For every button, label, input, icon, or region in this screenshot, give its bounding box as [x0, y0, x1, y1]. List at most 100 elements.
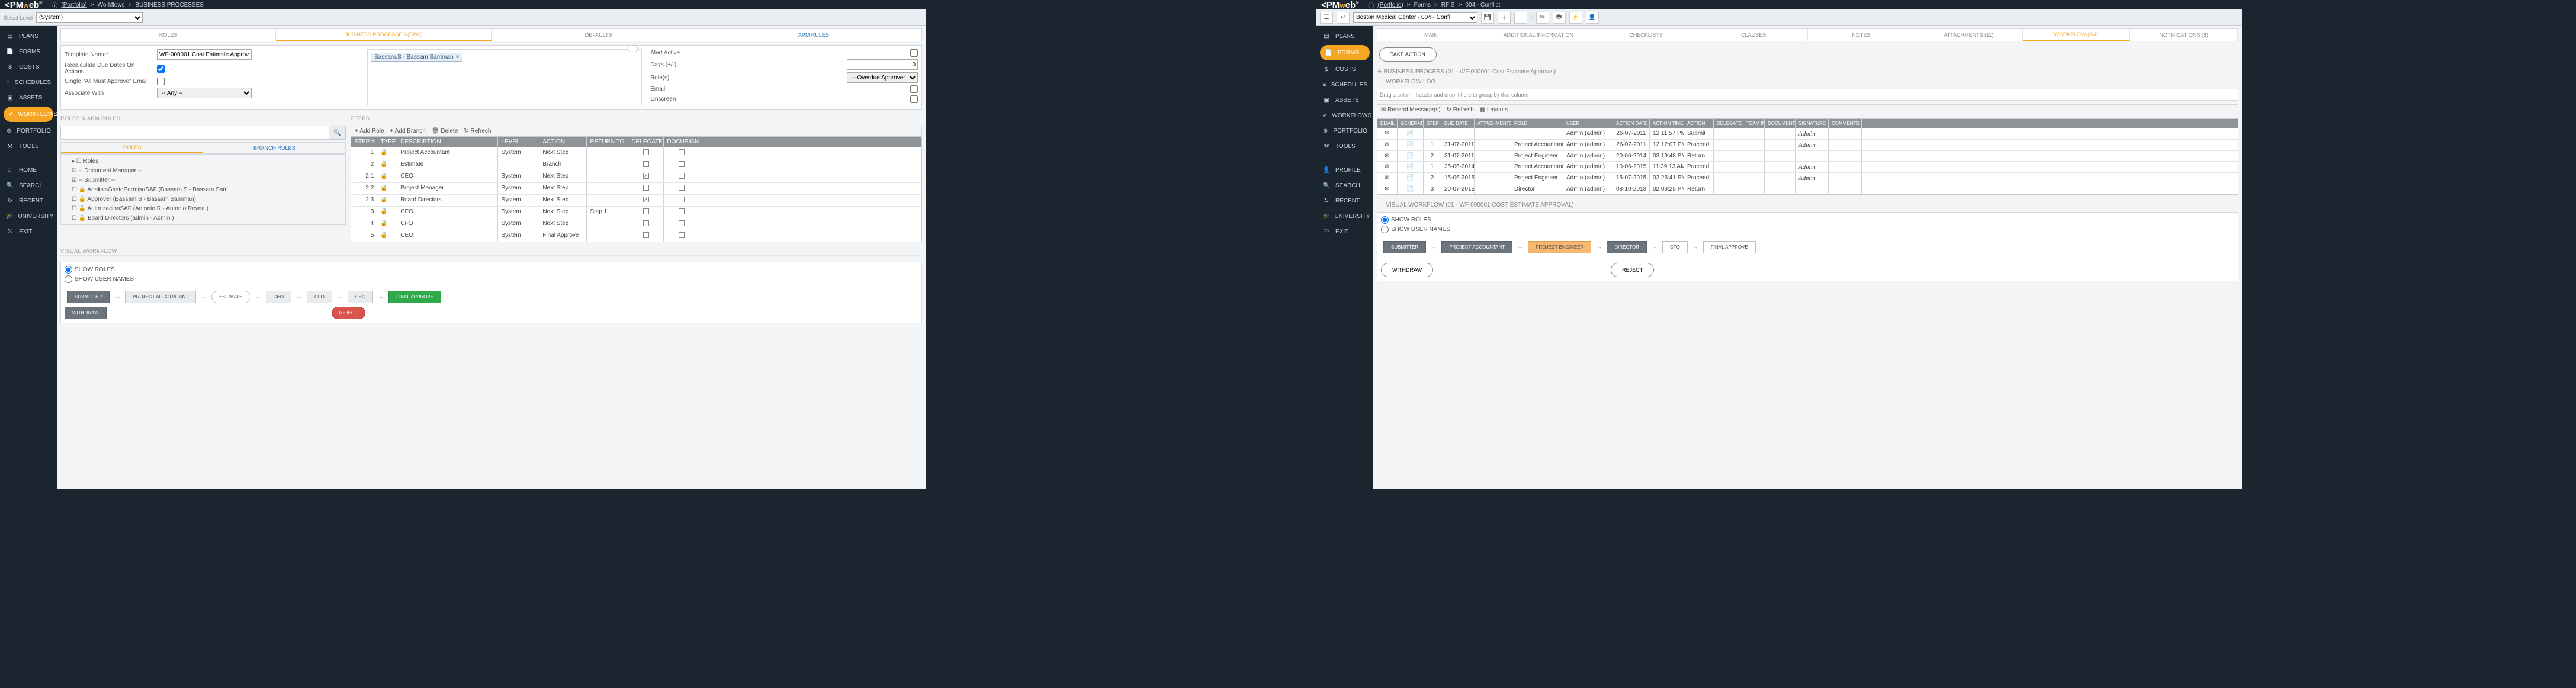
col-header[interactable]: LEVEL: [498, 137, 539, 147]
sidebar-item-forms[interactable]: 📄FORMS: [0, 44, 57, 59]
sidebar-item-portfolio[interactable]: ⊕PORTFOLIO: [0, 123, 57, 139]
tab-workflow-3-4-[interactable]: WORKFLOW (3/4): [2023, 29, 2131, 41]
role-tree-item[interactable]: ☐ 🔒 AutorizacionSAF (Antonio.R - Antonio…: [63, 204, 343, 214]
col-header[interactable]: STEP #: [351, 137, 377, 147]
docusign-checkbox[interactable]: [679, 232, 685, 238]
sidebar-item-schedules[interactable]: ≡SCHEDULES: [0, 75, 57, 90]
withdraw-button[interactable]: WITHDRAW: [1381, 263, 1433, 277]
role-tree-item[interactable]: ☐ 🔒 AnalisisGastoPermisoSAF (Bassam.S - …: [63, 185, 343, 195]
col-header[interactable]: STEP: [1424, 119, 1441, 128]
sidebar-item-tools[interactable]: ⚒TOOLS: [0, 139, 57, 154]
tab-apm-rules[interactable]: APM RULES: [706, 29, 921, 41]
flow-node[interactable]: FINAL APPROVE: [388, 291, 441, 303]
delete-icon[interactable]: −: [1514, 12, 1527, 24]
col-header[interactable]: ROLE: [1511, 119, 1563, 128]
show-users-radio[interactable]: [65, 275, 72, 283]
role-tree-item[interactable]: ▸ ☐ Roles: [63, 157, 343, 166]
log-row[interactable]: ✉📄231-07-2011Project EngineerAdmin (admi…: [1377, 150, 2238, 161]
email-checkbox[interactable]: [910, 85, 918, 93]
step-row[interactable]: 2.1🔒CEOSystemNext Step: [351, 171, 921, 182]
user-icon[interactable]: 👤: [1586, 12, 1599, 24]
step-tool--add-branch[interactable]: + Add Branch: [390, 128, 426, 134]
sidebar-item-costs[interactable]: $COSTS: [0, 59, 57, 75]
sidebar-item-forms[interactable]: 📄FORMS: [1320, 45, 1370, 60]
flow-node[interactable]: DIRECTOR: [1607, 241, 1647, 253]
col-header[interactable]: DESCRIPTION: [397, 137, 498, 147]
log-tool-layouts[interactable]: ▦ Layouts: [1480, 107, 1508, 113]
role-tree-item[interactable]: ☐ 🔒 Board Directors (admin - Admin ): [63, 214, 343, 223]
roles-search-input[interactable]: [61, 126, 329, 139]
withdraw-node[interactable]: WITHDRAW: [65, 307, 107, 319]
log-tool-resend-message-s-[interactable]: ✉ Resend Message(s): [1381, 107, 1441, 113]
subtab-branch-rules[interactable]: BRANCH RULES: [203, 143, 345, 153]
col-header[interactable]: SIGNATURE: [1796, 119, 1829, 128]
tab-business-processes-bpm-[interactable]: BUSINESS PROCESSES (BPM): [276, 29, 491, 41]
associate-select[interactable]: -- Any --: [157, 88, 252, 98]
sidebar-item-profile[interactable]: 👤PROFILE: [1316, 162, 1373, 178]
group-hint[interactable]: Drag a column header and drop it here to…: [1377, 89, 2238, 101]
col-header[interactable]: ATTACHMENTS: [1475, 119, 1511, 128]
breadcrumb-portfolio[interactable]: (Portfolio): [1377, 2, 1403, 8]
sidebar-item-portfolio[interactable]: ⊕PORTFOLIO: [1316, 123, 1373, 139]
sidebar-item-exit[interactable]: ⎋EXIT: [0, 224, 57, 239]
step-row[interactable]: 2.3🔒Board DirectorsSystemNext Step: [351, 194, 921, 206]
col-header[interactable]: DOCUSIGN: [664, 137, 699, 147]
user-chip[interactable]: Bassam.S - Bassam Samman×: [371, 53, 462, 62]
mail-icon[interactable]: ✉: [1536, 12, 1549, 24]
template-name-input[interactable]: [157, 49, 252, 60]
log-row[interactable]: ✉📄215-06-2015Project EngineerAdmin (admi…: [1377, 172, 2238, 184]
sidebar-item-recent[interactable]: ↻RECENT: [0, 193, 57, 208]
col-header[interactable]: DUE DATE: [1441, 119, 1475, 128]
col-header[interactable]: EMAIL: [1377, 119, 1398, 128]
log-row[interactable]: ✉📄131-07-2011Project AccountantAdmin (ad…: [1377, 139, 2238, 150]
step-tool-refresh[interactable]: ↻ Refresh: [464, 128, 491, 134]
delegate-checkbox[interactable]: [643, 173, 649, 179]
flow-node[interactable]: PROJECT ACCOUNTANT: [1441, 241, 1512, 253]
sidebar-item-search[interactable]: 🔍SEARCH: [0, 178, 57, 193]
col-header[interactable]: DELEGATE: [628, 137, 664, 147]
show-users-radio[interactable]: [1381, 226, 1389, 233]
roles-select[interactable]: -- Overdue Approver --: [847, 72, 918, 83]
flow-node[interactable]: SUBMITTER: [67, 291, 110, 303]
step-row[interactable]: 2🔒EstimateBranch: [351, 159, 921, 171]
flow-node[interactable]: ESTIMATE: [211, 291, 250, 303]
save-icon[interactable]: 💾: [1481, 12, 1494, 24]
col-header[interactable]: DOCUMENT VALUE: [1765, 119, 1796, 128]
role-tree-item[interactable]: ☑ -- Document Manager --: [63, 166, 343, 176]
delegate-checkbox[interactable]: [643, 220, 649, 226]
breadcrumb-forms[interactable]: Forms: [1414, 2, 1431, 8]
docusign-checkbox[interactable]: [679, 208, 685, 214]
breadcrumb-rfis[interactable]: RFIS: [1441, 2, 1455, 8]
search-icon[interactable]: 🔍: [329, 126, 345, 139]
sidebar-item-assets[interactable]: ▣ASSETS: [1316, 92, 1373, 108]
tab-main[interactable]: MAIN: [1377, 29, 1485, 41]
tab-notifications-8-[interactable]: NOTIFICATIONS (8): [2130, 29, 2238, 41]
sidebar-item-schedules[interactable]: ≡SCHEDULES: [1316, 77, 1373, 92]
sidebar-item-tools[interactable]: ⚒TOOLS: [1316, 139, 1373, 154]
col-header[interactable]: DELEGATE: [1714, 119, 1743, 128]
sidebar-item-plans[interactable]: ▤PLANS: [1316, 28, 1373, 44]
flow-node[interactable]: PROJECT ENGINEER: [1528, 241, 1591, 253]
sidebar-item-search[interactable]: 🔍SEARCH: [1316, 178, 1373, 193]
sidebar-item-exit[interactable]: ⎋EXIT: [1316, 224, 1373, 239]
sidebar-item-university[interactable]: 🎓UNIVERSITY: [0, 208, 57, 224]
sidebar-item-university[interactable]: 🎓UNIVERSITY: [1316, 208, 1373, 224]
add-icon[interactable]: ＋: [1498, 12, 1511, 24]
docusign-checkbox[interactable]: [679, 220, 685, 226]
delegate-checkbox[interactable]: [643, 197, 649, 202]
tab-roles[interactable]: ROLES: [61, 29, 276, 41]
chip-remove-icon[interactable]: ×: [456, 54, 460, 60]
breadcrumb-workflows[interactable]: Workflows: [98, 2, 125, 8]
role-tree-item[interactable]: ☐ 🔒 Approver (Bassam.S - Bassam Samman): [63, 195, 343, 204]
days-input[interactable]: [847, 59, 918, 70]
step-row[interactable]: 1🔒Project AccountantSystemNext Step: [351, 147, 921, 159]
list-icon[interactable]: ☰: [1320, 12, 1333, 24]
expand-icon[interactable]: ···: [628, 45, 638, 52]
step-tool--add-role[interactable]: + Add Role: [355, 128, 384, 134]
docusign-checkbox[interactable]: [679, 149, 685, 155]
sidebar-item-costs[interactable]: $COSTS: [1316, 62, 1373, 77]
flow-node[interactable]: CFO: [1662, 241, 1688, 253]
col-header[interactable]: ACTION: [1684, 119, 1714, 128]
sidebar-item-recent[interactable]: ↻RECENT: [1316, 193, 1373, 208]
delegate-checkbox[interactable]: [643, 232, 649, 238]
